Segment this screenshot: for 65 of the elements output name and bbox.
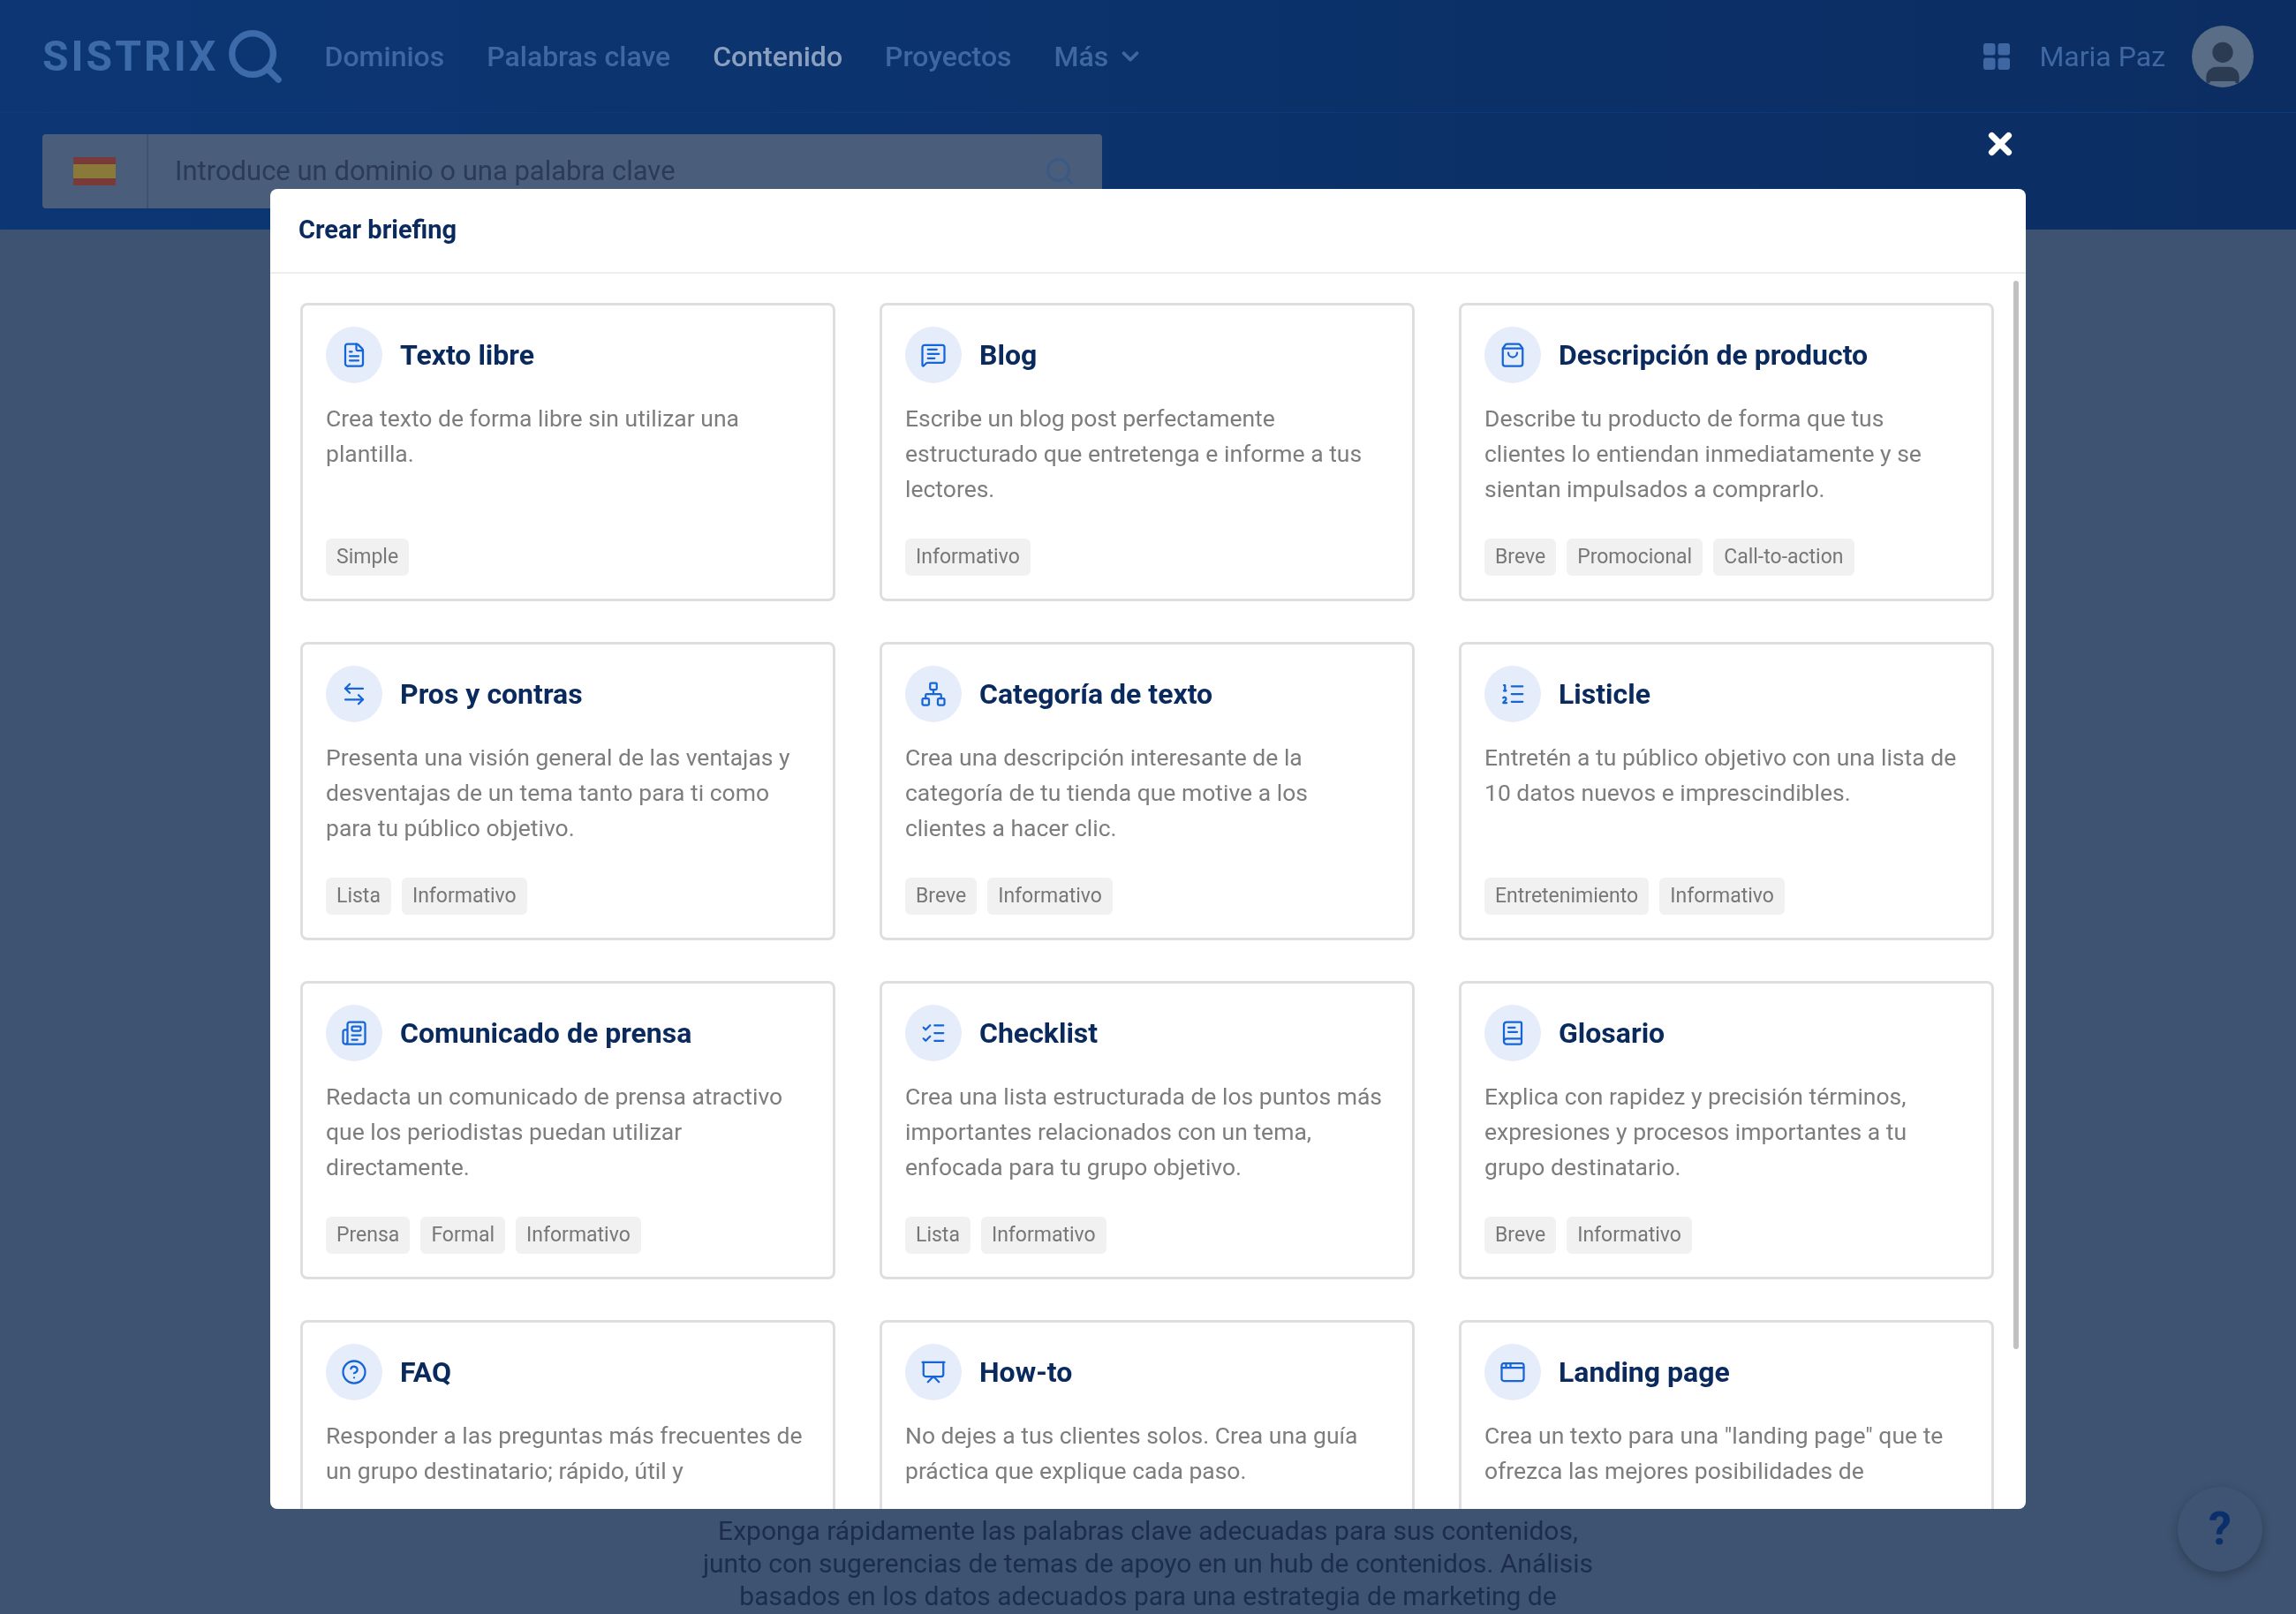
card-title: Listicle	[1559, 676, 1650, 713]
template-card[interactable]: Checklist Crea una lista estructurada de los puntos más importantes relacionados con un tema, enfocada para tu grupo objetivo. Lista Informativo	[880, 981, 1415, 1279]
presentation-icon	[920, 1359, 947, 1385]
card-title: Categoría de texto	[979, 676, 1213, 713]
modal-title: Crear briefing	[298, 214, 457, 247]
shopping-bag-icon	[1499, 342, 1526, 368]
newspaper-icon	[341, 1020, 367, 1046]
template-card[interactable]: Landing page Crea un texto para una "landing page" que te ofrezca las mejores posibilidades de	[1459, 1320, 1994, 1509]
tag: Entretenimiento	[1484, 877, 1650, 915]
tag: Call-to-action	[1713, 538, 1854, 576]
card-description: Crea un texto para una "landing page" que te ofrezca las mejores posibilidades de	[1484, 1421, 1945, 1486]
template-card[interactable]: FAQ Responder a las preguntas más frecuentes de un grupo destinatario; rápido, útil y	[300, 1320, 835, 1509]
template-card[interactable]: Glosario Explica con rapidez y precisión términos, expresiones y procesos importantes a tu grupo destinatario. Breve Informativo	[1459, 981, 1994, 1279]
nav-tab[interactable]: Contenido	[713, 34, 843, 78]
tag: Informativo	[905, 538, 1031, 576]
card-description: Crea texto de forma libre sin utilizar una plantilla.	[326, 404, 740, 469]
tag: Informativo	[980, 1216, 1106, 1254]
tag: Prensa	[326, 1216, 411, 1254]
card-title: Pros y contras	[400, 676, 583, 713]
chat-bubble-icon	[920, 342, 947, 368]
tag: Informativo	[1659, 877, 1785, 915]
tag: Lista	[326, 877, 391, 915]
tag: Informativo	[516, 1216, 641, 1254]
tag: Informativo	[1567, 1216, 1692, 1254]
card-description: Entretén a tu público objetivo con una lista de 10 datos nuevos e imprescindibles.	[1484, 743, 1958, 808]
card-description: No dejes a tus clientes solos. Crea una guía práctica que explique cada paso.	[905, 1421, 1359, 1486]
template-card[interactable]: Listicle Entretén a tu público objetivo con una lista de 10 datos nuevos e imprescindibles. Entretenimiento Informativo	[1459, 642, 1994, 940]
tag: Formal	[420, 1216, 506, 1254]
tag: Promocional	[1567, 538, 1703, 576]
tag: Informativo	[987, 877, 1113, 915]
card-title: Descripción de producto	[1559, 337, 1869, 373]
card-title: Texto libre	[400, 337, 534, 373]
card-title: Glosario	[1559, 1015, 1665, 1052]
tag: Informativo	[401, 877, 527, 915]
card-description: Escribe un blog post perfectamente estructurado que entretenga e informe a tus lectores.	[905, 404, 1363, 504]
card-description: Presenta una visión general de las ventajas y desventajas de un tema tanto para ti como para tu público objetivo.	[326, 743, 791, 843]
card-title: FAQ	[400, 1354, 451, 1391]
card-description: Responder a las preguntas más frecuentes de un grupo destinatario; rápido, útil y	[326, 1421, 804, 1486]
template-card[interactable]: Descripción de producto Describe tu producto de forma que tus clientes lo entiendan inmediatamente y se sientan impulsados a comprarlo. Breve Promocional Call-to-action	[1459, 303, 1994, 601]
hierarchy-icon	[920, 681, 947, 707]
tag: Breve	[1484, 538, 1557, 576]
template-card[interactable]: Blog Escribe un blog post perfectamente estructurado que entretenga e informe a tus lectores. Informativo	[880, 303, 1415, 601]
flag-selector[interactable]	[42, 134, 148, 208]
template-card[interactable]: Texto libre Crea texto de forma libre sin utilizar una plantilla. Simple	[300, 303, 835, 601]
tag: Lista	[905, 1216, 971, 1254]
card-title: Blog	[979, 337, 1038, 373]
template-card[interactable]: Categoría de texto Crea una descripción interesante de la categoría de tu tienda que motive a los clientes a hacer clic. Breve Informativo	[880, 642, 1415, 940]
flag-icon	[73, 157, 116, 185]
card-description: Crea una lista estructurada de los puntos más importantes relacionados con un tema, enfocada para tu grupo objetivo.	[905, 1082, 1384, 1182]
template-card[interactable]: How-to No dejes a tus clientes solos. Crea una guía práctica que explique cada paso.	[880, 1320, 1415, 1509]
card-description: Redacta un comunicado de prensa atractivo que los periodistas puedan utilizar directamente.	[326, 1082, 784, 1182]
card-title: Checklist	[979, 1015, 1099, 1052]
card-title: Landing page	[1559, 1354, 1730, 1391]
scrollbar[interactable]	[2013, 281, 2019, 1349]
tag: Simple	[326, 538, 410, 576]
tag: Breve	[905, 877, 978, 915]
card-title: How-to	[979, 1354, 1073, 1391]
card-description: Explica con rapidez y precisión términos, expresiones y procesos importantes a tu grupo destinatario.	[1484, 1082, 1908, 1182]
card-title: Comunicado de prensa	[400, 1015, 692, 1052]
tag: Breve	[1484, 1216, 1557, 1254]
template-card[interactable]: Pros y contras Presenta una visión general de las ventajas y desventajas de un tema tanto para ti como para tu público objetivo. Lista Informativo	[300, 642, 835, 940]
template-card[interactable]: Comunicado de prensa Redacta un comunicado de prensa atractivo que los periodistas puedan utilizar directamente. Prensa Formal Informativo	[300, 981, 835, 1279]
card-description: Describe tu producto de forma que tus clientes lo entiendan inmediatamente y se sientan impulsados a comprarlo.	[1484, 404, 1922, 504]
card-description: Crea una descripción interesante de la categoría de tu tienda que motive a los clientes a hacer clic.	[905, 743, 1309, 843]
question-icon	[341, 1359, 367, 1385]
